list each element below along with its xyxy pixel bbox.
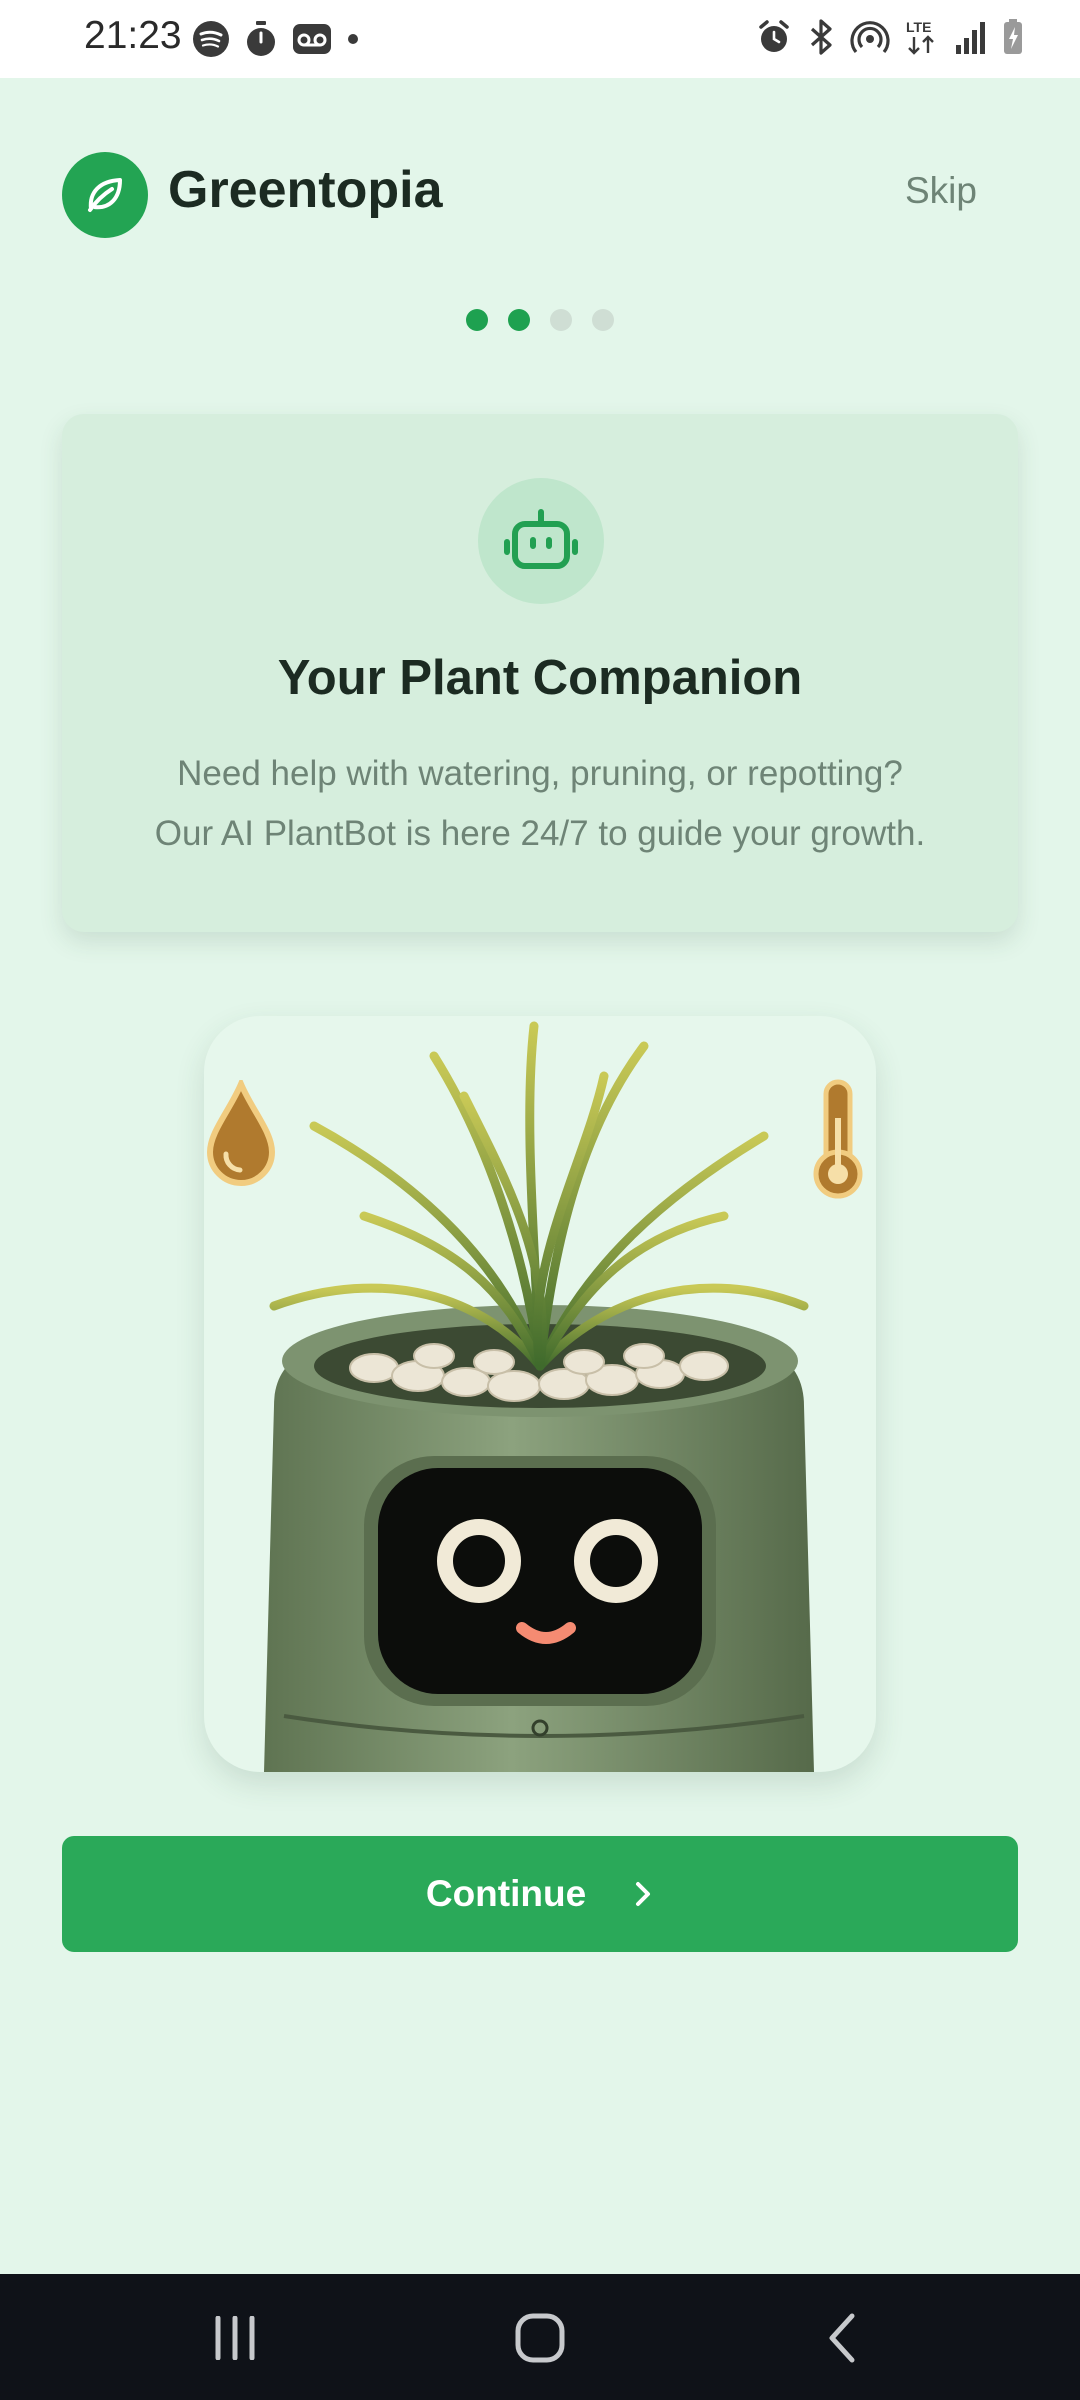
recent-apps-icon[interactable] (212, 2316, 258, 2360)
voicemail-icon (293, 24, 331, 54)
feature-description-line2: Our AI PlantBot is here 24/7 to guide yo… (154, 814, 926, 853)
continue-label: Continue (425, 1873, 587, 1914)
plant-robot-illustration (264, 1021, 814, 1772)
svg-text:LTE: LTE (906, 19, 931, 35)
app-name: Greentopia (168, 161, 443, 219)
status-icons-left (192, 20, 360, 58)
chevron-right-icon (636, 1882, 651, 1906)
page-dot-3[interactable] (550, 309, 572, 331)
hotspot-icon (850, 21, 890, 54)
page-dot-4[interactable] (592, 309, 614, 331)
feature-title: Your Plant Companion (277, 651, 803, 705)
feature-description-line1: Need help with watering, pruning, or rep… (177, 754, 903, 793)
stopwatch-icon (247, 21, 275, 56)
pagination-dots (466, 309, 614, 331)
feature-description: Need help with watering, pruning, or rep… (102, 744, 978, 864)
feature-icon-circle (478, 478, 604, 604)
water-drop-icon (206, 1080, 276, 1186)
status-bar: 21:23 LTE (0, 0, 1080, 78)
lte-icon: LTE (906, 19, 934, 55)
dot-icon (348, 34, 358, 44)
plant-robot-image-card (204, 1016, 876, 1772)
home-icon[interactable] (514, 2312, 566, 2364)
skip-button[interactable]: Skip (905, 170, 977, 212)
robot-icon (504, 509, 578, 569)
leaf-icon (88, 178, 122, 212)
status-icons-right: LTE (756, 18, 1024, 56)
page-dot-2[interactable] (508, 309, 530, 331)
page-dot-1[interactable] (466, 309, 488, 331)
feature-card: Your Plant Companion Need help with wate… (62, 414, 1018, 932)
back-icon[interactable] (824, 2312, 860, 2364)
spotify-icon (193, 21, 229, 57)
signal-icon (956, 22, 985, 54)
bluetooth-icon (810, 19, 832, 55)
app-logo (62, 152, 148, 238)
navigation-bar (0, 2274, 1080, 2400)
alarm-icon (759, 20, 789, 52)
battery-charging-icon (1004, 19, 1022, 54)
continue-button[interactable]: Continue (62, 1836, 1018, 1952)
status-time: 21:23 (84, 14, 182, 57)
thermometer-icon (813, 1079, 863, 1199)
